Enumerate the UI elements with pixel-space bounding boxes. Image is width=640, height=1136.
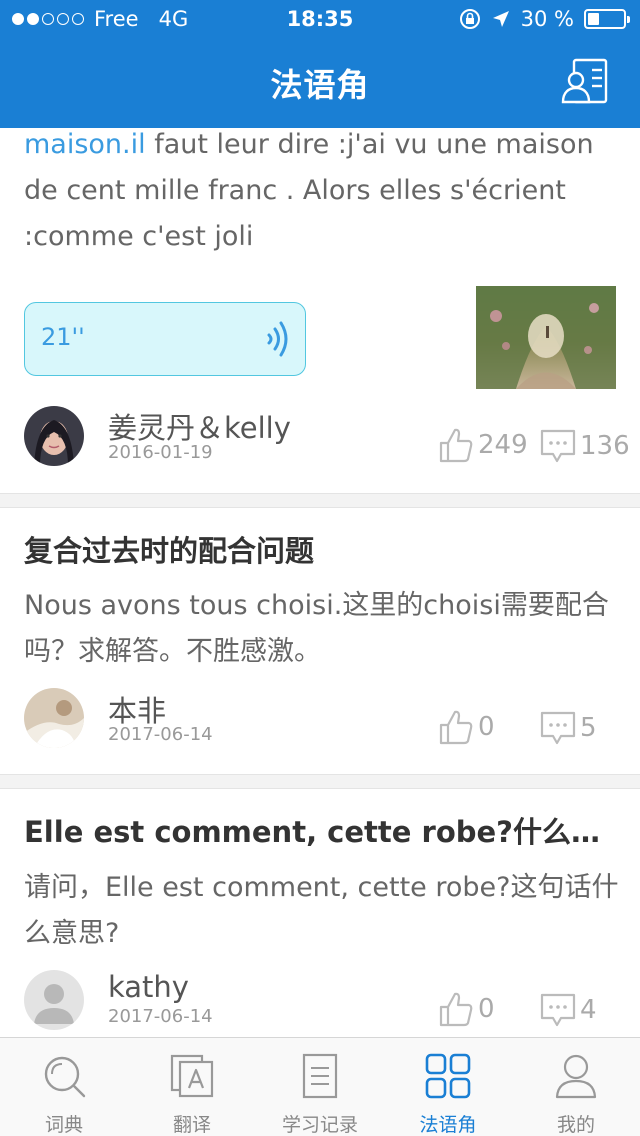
tab-label: 法语角 [419, 1114, 477, 1136]
default-avatar-icon [24, 970, 84, 1030]
post-body: 请问，Elle est comment, cette robe?这句话什么意思? [24, 872, 619, 949]
tab-label: 学习记录 [281, 1114, 358, 1136]
post-date: 2016-01-19 [108, 442, 213, 463]
like-count: 0 [478, 712, 495, 742]
voice-duration: 21'' [41, 323, 85, 351]
sound-wave-icon [267, 321, 288, 357]
header: Free 4G 18:35 30 % 法语角 [0, 0, 640, 128]
post-title[interactable]: 复合过去时的配合问题 [24, 528, 614, 570]
comment-icon [540, 711, 576, 745]
tab-label: 翻译 [172, 1114, 211, 1136]
tab-translate[interactable]: 翻译 [128, 1038, 256, 1136]
post-body: Nous avons tous choisi.这里的choisi需要配合吗？求解… [24, 590, 609, 667]
like-count: 0 [478, 994, 495, 1024]
comment-icon [540, 429, 576, 463]
avatar[interactable] [24, 970, 84, 1030]
location-arrow-icon [492, 11, 509, 27]
post-date: 2017-06-14 [108, 724, 213, 745]
avatar[interactable] [24, 688, 84, 748]
avatar[interactable] [24, 406, 84, 466]
battery-percent: 30 % [520, 7, 574, 31]
status-bar: Free 4G 18:35 30 % [0, 0, 640, 40]
like-count: 249 [478, 430, 528, 460]
person-icon [555, 1054, 597, 1099]
post-card[interactable]: 复合过去时的配合问题 Nous avons tous choisi.这里的cho… [0, 508, 640, 774]
page-title: 法语角 [270, 66, 370, 104]
comment-button[interactable]: 5 [540, 710, 597, 746]
post-feed[interactable]: maison.il faut leur dire :j'ai vu une ma… [0, 128, 640, 1037]
tab-label: 我的 [556, 1114, 595, 1136]
thumbs-up-icon [439, 992, 473, 1027]
user-list-icon [561, 58, 608, 104]
card-separator [0, 493, 640, 508]
post-photo[interactable] [476, 286, 616, 389]
comment-count: 4 [580, 995, 597, 1025]
like-button[interactable]: 249 [438, 426, 528, 464]
tab-dictionary[interactable]: 词典 [0, 1038, 128, 1136]
tab-french-corner[interactable]: 法语角 [384, 1038, 512, 1136]
document-icon [302, 1053, 338, 1099]
translate-icon [170, 1054, 214, 1098]
post-card[interactable]: Elle est comment, cette robe?什么意… 请问，Ell… [0, 789, 640, 1037]
like-button[interactable]: 0 [438, 708, 495, 746]
user-list-button[interactable] [560, 58, 610, 106]
garden-arch-image [476, 286, 616, 389]
post-body-link[interactable]: maison.il [24, 129, 146, 160]
card-separator [0, 774, 640, 789]
thumbs-up-icon [439, 710, 473, 745]
user-avatar-image [24, 406, 84, 466]
battery-icon [584, 9, 630, 29]
tab-bar: 词典 翻译 学习记录 法语角 我的 [0, 1037, 640, 1136]
grid-icon [425, 1053, 471, 1099]
tab-study-record[interactable]: 学习记录 [256, 1038, 384, 1136]
post-title[interactable]: Elle est comment, cette robe?什么意… [24, 809, 614, 851]
thumbs-up-icon [439, 428, 473, 463]
author-name[interactable]: kathy [108, 970, 189, 1004]
search-icon [44, 1056, 86, 1098]
author-name[interactable]: 姜灵丹＆kelly [108, 405, 291, 447]
voice-message-button[interactable]: 21'' [24, 302, 306, 376]
tab-mine[interactable]: 我的 [512, 1038, 640, 1136]
comment-count: 5 [580, 713, 597, 743]
like-button[interactable]: 0 [438, 990, 495, 1028]
user-avatar-image [24, 688, 84, 748]
comment-button[interactable]: 4 [540, 992, 597, 1028]
tab-label: 词典 [44, 1114, 83, 1136]
comment-button[interactable]: 136 [540, 428, 630, 464]
comment-count: 136 [580, 431, 630, 461]
rotation-lock-icon [459, 9, 480, 29]
comment-icon [540, 993, 576, 1027]
post-body: maison.il faut leur dire :j'ai vu une ma… [24, 129, 594, 252]
post-card[interactable]: maison.il faut leur dire :j'ai vu une ma… [0, 128, 640, 493]
post-date: 2017-06-14 [108, 1006, 213, 1027]
